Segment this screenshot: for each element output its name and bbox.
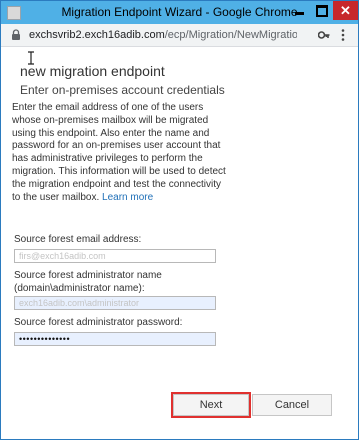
next-button[interactable]: Next [171, 392, 251, 418]
address-bar[interactable]: exchsvrib2.exch16adib.com/ecp/Migration/… [1, 24, 358, 47]
minimize-button[interactable] [288, 1, 311, 20]
close-button[interactable]: ✕ [333, 1, 358, 20]
maximize-button[interactable] [311, 1, 333, 20]
page-subtitle: Enter on-premises account credentials [20, 83, 225, 97]
maximize-icon [316, 4, 328, 17]
admin-password-field[interactable]: •••••••••••••• [14, 332, 216, 346]
close-icon: ✕ [340, 2, 351, 18]
url-host: exchsvrib2.exch16adib.com [29, 29, 165, 41]
url-text[interactable]: exchsvrib2.exch16adib.com/ecp/Migration/… [29, 29, 297, 41]
more-options-icon[interactable] [341, 29, 345, 41]
learn-more-link[interactable]: Learn more [102, 192, 153, 203]
intro-paragraph: Enter the email address of one of the us… [12, 102, 226, 203]
minimize-icon [295, 12, 304, 15]
email-label: Source forest email address: [14, 234, 142, 245]
cancel-button[interactable]: Cancel [252, 394, 332, 416]
key-icon[interactable] [318, 30, 330, 40]
wizard-content: new migration endpoint Enter on-premises… [1, 47, 358, 439]
browser-window: Migration Endpoint Wizard - Google Chrom… [0, 0, 359, 440]
email-field[interactable]: firs@exch16adib.com [14, 249, 216, 263]
admin-name-field[interactable]: exch16adib.com\administrator [14, 296, 216, 310]
title-bar[interactable]: Migration Endpoint Wizard - Google Chrom… [1, 1, 358, 24]
intro-text: Enter the email address of one of the us… [12, 102, 227, 204]
page-title: new migration endpoint [20, 63, 165, 79]
admin-name-label: Source forest administrator name (domain… [14, 270, 162, 294]
url-path: /ecp/Migration/NewMigrationEndpoi... [164, 29, 297, 41]
lock-icon [12, 29, 20, 40]
admin-password-label: Source forest administrator password: [14, 317, 183, 328]
